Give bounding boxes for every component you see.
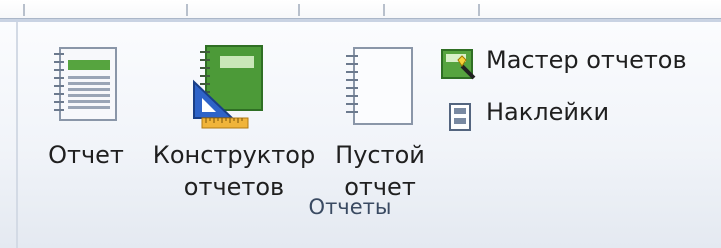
blank-report-button[interactable]: Пустой отчет bbox=[328, 40, 432, 201]
labels-button[interactable]: Наклейки bbox=[440, 96, 640, 136]
group-title: Отчеты bbox=[308, 195, 392, 219]
report-designer-icon bbox=[193, 45, 263, 129]
labels-icon bbox=[449, 103, 471, 131]
report-wizard-icon bbox=[441, 49, 476, 80]
report-designer-button[interactable]: Конструктор отчетов bbox=[144, 40, 324, 201]
report-wizard-label: Мастер отчетов bbox=[486, 46, 687, 74]
report-label: Отчет bbox=[48, 141, 124, 169]
blank-report-icon bbox=[346, 47, 413, 125]
labels-label: Наклейки bbox=[486, 98, 610, 126]
tab-separator bbox=[186, 4, 188, 16]
report-button[interactable]: Отчет bbox=[38, 40, 134, 200]
tab-separator bbox=[478, 4, 480, 16]
ribbon-tab-strip bbox=[0, 0, 721, 18]
report-icon bbox=[54, 47, 117, 121]
report-wizard-button[interactable]: Мастер отчетов bbox=[440, 44, 710, 84]
tab-separator bbox=[23, 4, 25, 16]
report-designer-label-line1: Конструктор bbox=[152, 141, 316, 169]
tab-separator bbox=[298, 4, 300, 16]
tab-separator bbox=[383, 4, 385, 16]
blank-report-label-line1: Пустой bbox=[335, 141, 425, 169]
